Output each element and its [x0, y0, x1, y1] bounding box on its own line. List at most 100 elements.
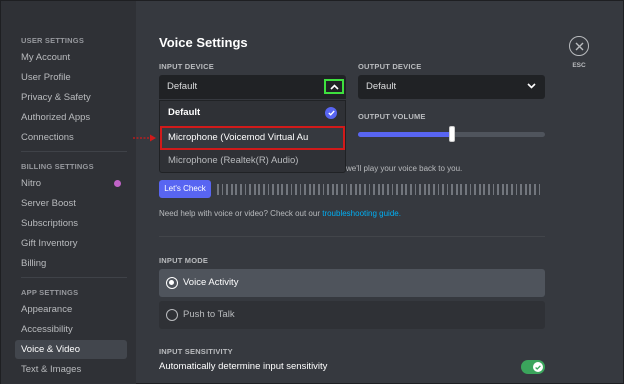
meter-bar [455, 184, 458, 195]
meter-bar [386, 184, 389, 195]
meter-bar [267, 184, 270, 195]
meter-bar [538, 184, 541, 195]
meter-bar [474, 184, 477, 195]
sidebar-item-my-account[interactable]: My Account [15, 48, 127, 67]
radio-unselected-icon [166, 309, 178, 321]
sidebar-item-voice-video[interactable]: Voice & Video [15, 340, 127, 359]
sidebar-item-server-boost[interactable]: Server Boost [15, 194, 127, 213]
esc-label: ESC [572, 62, 586, 69]
meter-bar [327, 184, 330, 195]
meter-bar [478, 184, 481, 195]
meter-bar [432, 184, 435, 195]
sidebar-item-appearance[interactable]: Appearance [15, 300, 127, 319]
meter-bar [276, 184, 279, 195]
meter-bar [253, 184, 256, 195]
sidebar-item-gift-inventory[interactable]: Gift Inventory [15, 234, 127, 253]
input-mode-label: INPUT MODE [159, 256, 209, 265]
check-icon [325, 107, 337, 119]
meter-bar [497, 184, 500, 195]
meter-bar [529, 184, 532, 195]
meter-bar [249, 184, 251, 195]
sidebar-item-user-profile[interactable]: User Profile [15, 68, 127, 87]
mic-level-meter [217, 184, 545, 195]
lets-check-button[interactable]: Let's Check [159, 180, 211, 198]
meter-bar [446, 184, 449, 195]
output-volume-slider[interactable] [358, 126, 545, 142]
app-settings-header: APP SETTINGS [21, 288, 79, 297]
meter-bar [258, 184, 261, 195]
meter-bar [239, 184, 242, 195]
input-sensitivity-label: INPUT SENSITIVITY [159, 347, 233, 356]
meter-bar [423, 184, 426, 195]
output-device-value: Default [366, 81, 397, 92]
meter-bar [414, 184, 417, 195]
radio-label: Push to Talk [183, 309, 235, 320]
meter-bar [354, 184, 357, 195]
help-text-body: Need help with voice or video? Check out… [159, 209, 320, 218]
mic-test-hint: we'll play your voice back to you. [346, 164, 463, 173]
meter-bar [299, 184, 302, 195]
slider-handle[interactable] [448, 126, 455, 142]
radio-voice-activity[interactable]: Voice Activity [159, 269, 545, 297]
meter-bar [230, 184, 233, 195]
meter-bar [442, 184, 444, 195]
sidebar-item-privacy-safety[interactable]: Privacy & Safety [15, 88, 127, 107]
meter-bar [520, 184, 522, 195]
sidebar-item-subscriptions[interactable]: Subscriptions [15, 214, 127, 233]
troubleshooting-link[interactable]: troubleshooting guide. [322, 209, 401, 218]
radio-push-to-talk[interactable]: Push to Talk [159, 301, 545, 329]
meter-bar [488, 184, 490, 195]
section-divider [159, 236, 545, 237]
meter-bar [451, 184, 454, 195]
meter-bar [501, 184, 504, 195]
sidebar-item-authorized-apps[interactable]: Authorized Apps [15, 108, 127, 127]
dropdown-option-default[interactable]: Default [160, 101, 345, 125]
close-icon [575, 42, 583, 50]
red-arrow-icon [133, 134, 156, 142]
option-label: Default [168, 107, 201, 118]
meter-bar [313, 184, 316, 195]
meter-bar [364, 184, 366, 195]
nitro-badge-icon [114, 180, 121, 187]
meter-bar [382, 184, 385, 195]
dropdown-option-realtek[interactable]: Microphone (Realtek(R) Audio) [160, 149, 345, 173]
sidebar-item-label: Nitro [21, 178, 42, 189]
radio-label: Voice Activity [183, 277, 239, 288]
sidebar-item-text-images[interactable]: Text & Images [15, 360, 127, 379]
meter-bar [341, 184, 343, 195]
page-title: Voice Settings [159, 35, 248, 50]
sidebar-item-accessibility[interactable]: Accessibility [15, 320, 127, 339]
sidebar-item-nitro[interactable]: Nitro [15, 174, 127, 193]
meter-bar [345, 184, 348, 195]
meter-bar [396, 184, 398, 195]
meter-bar [391, 184, 394, 195]
auto-sensitivity-label: Automatically determine input sensitivit… [159, 361, 328, 372]
meter-bar [373, 184, 375, 195]
auto-sensitivity-toggle[interactable] [521, 360, 545, 374]
meter-bar [350, 184, 353, 195]
meter-bar [469, 184, 472, 195]
output-device-label: OUTPUT DEVICE [358, 62, 422, 71]
dropdown-option-voicemod[interactable]: Microphone (Voicemod Virtual Au [160, 126, 345, 150]
input-device-value: Default [167, 81, 198, 92]
meter-bar [460, 184, 463, 195]
close-button[interactable] [569, 36, 589, 56]
slider-fill [358, 132, 452, 137]
meter-bar [511, 184, 513, 195]
output-device-select[interactable]: Default [358, 75, 545, 99]
output-volume-label: OUTPUT VOLUME [358, 112, 426, 121]
meter-bar [221, 184, 224, 195]
sidebar-item-connections[interactable]: Connections [15, 128, 127, 147]
billing-settings-header: BILLING SETTINGS [21, 162, 94, 171]
meter-bar [368, 184, 371, 195]
input-device-select[interactable]: Default [159, 75, 346, 99]
meter-bar [428, 184, 431, 195]
sidebar-item-billing[interactable]: Billing [15, 254, 127, 273]
chevron-up-icon [329, 83, 339, 90]
input-device-label: INPUT DEVICE [159, 62, 214, 71]
meter-bar [262, 184, 265, 195]
meter-bar [506, 184, 509, 195]
meter-bar [322, 184, 325, 195]
meter-bar [377, 184, 380, 195]
dropdown-toggle[interactable] [324, 79, 344, 94]
